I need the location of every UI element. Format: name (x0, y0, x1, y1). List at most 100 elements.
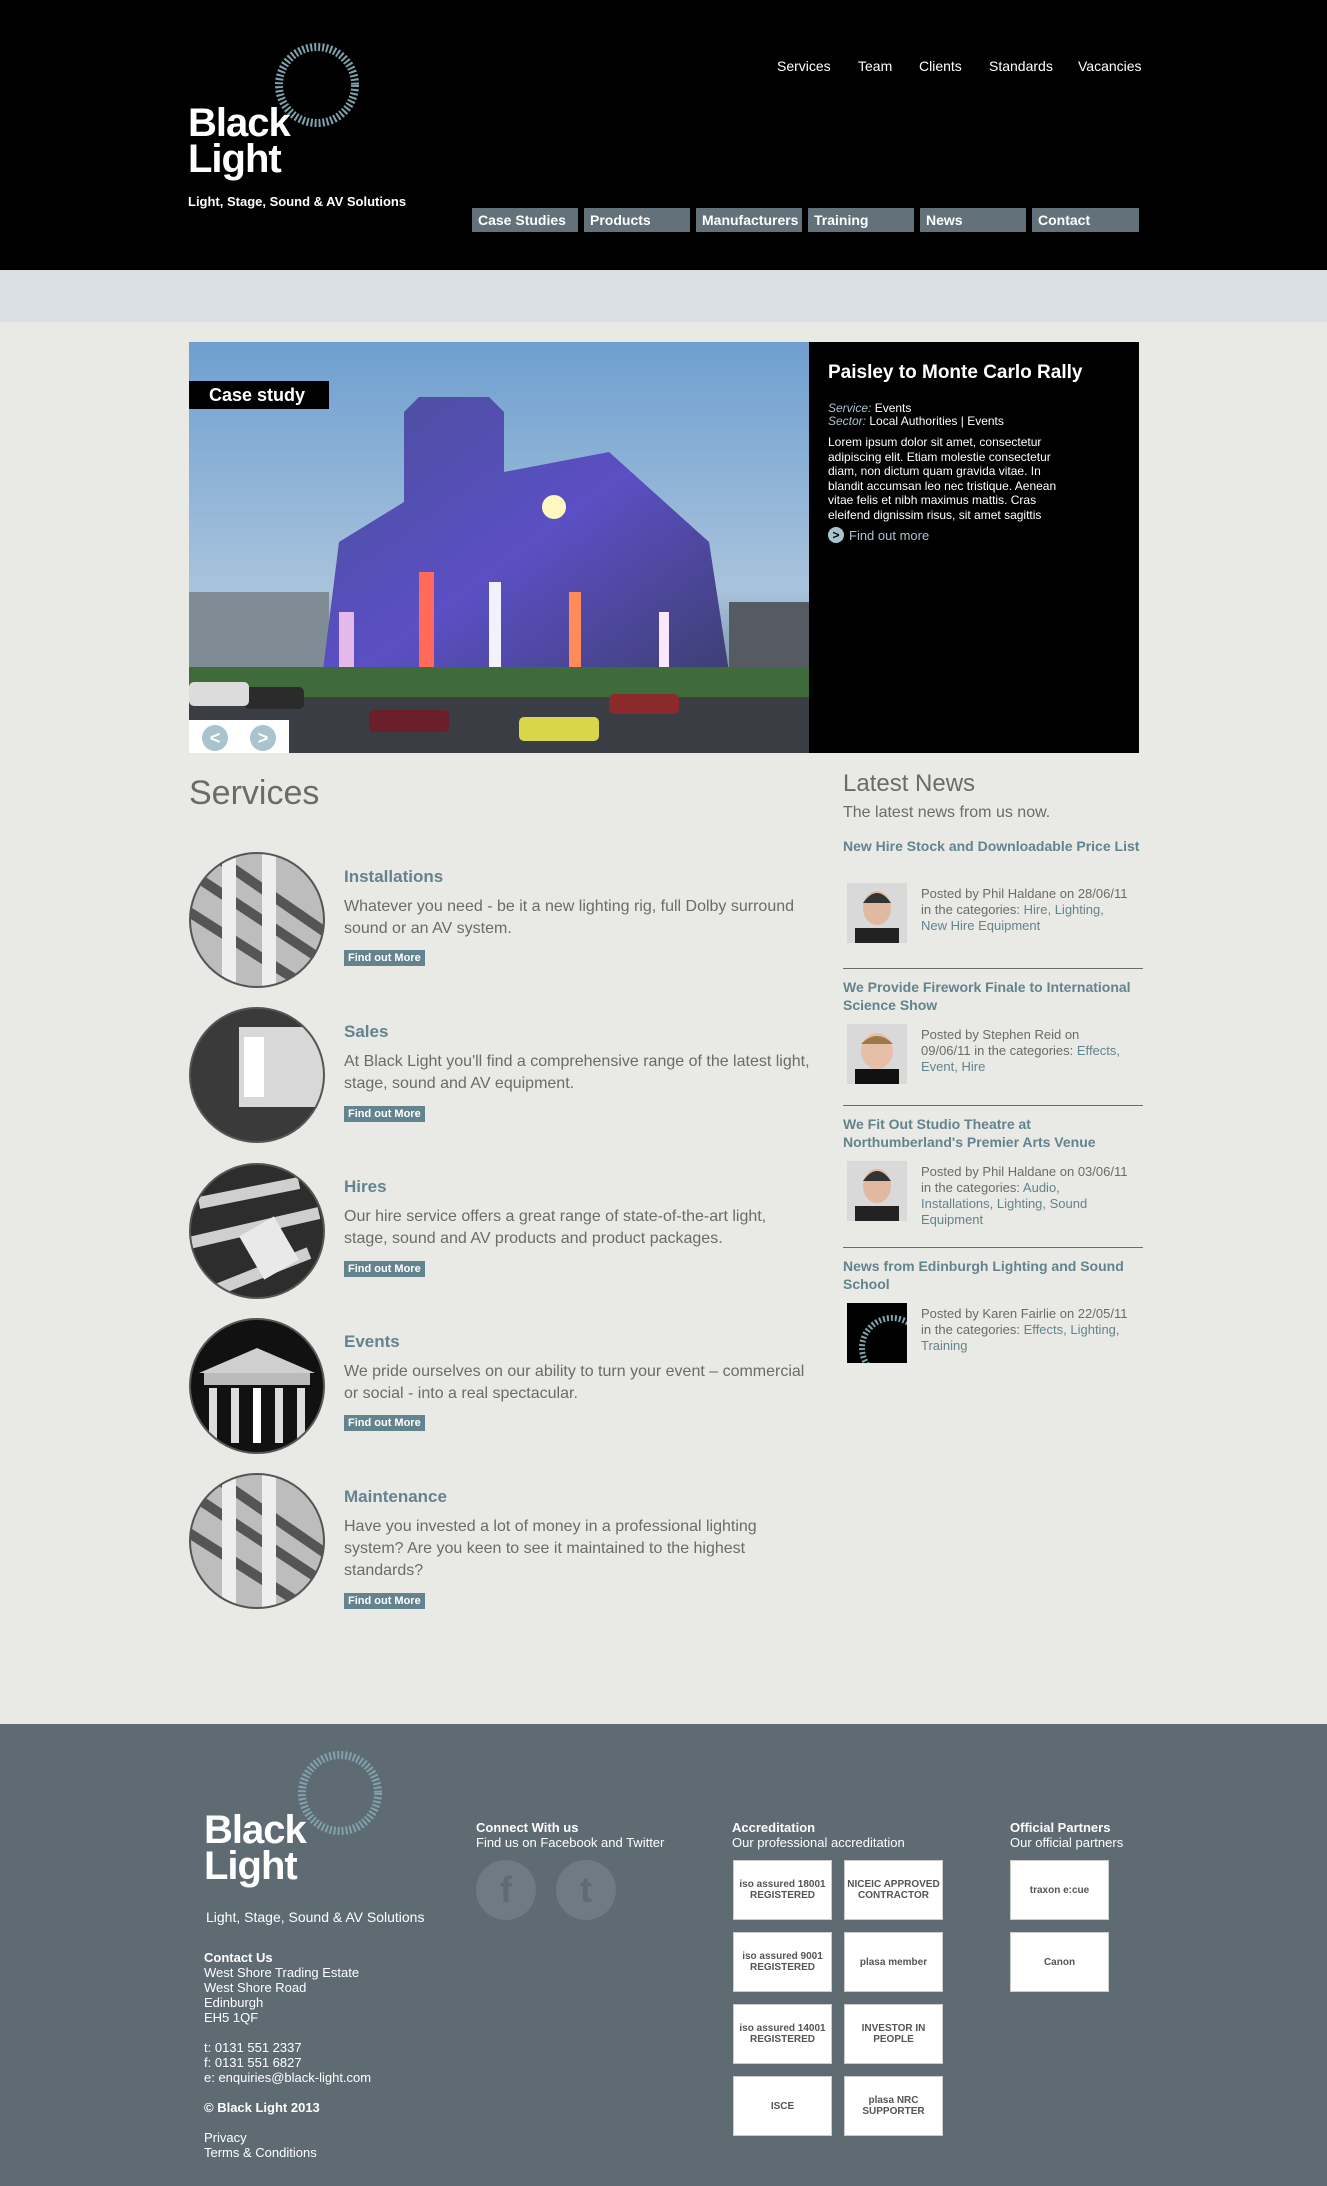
events-find-out-more-button[interactable]: Find out More (344, 1415, 425, 1431)
service-text-maintenance: Have you invested a lot of money in a pr… (344, 1518, 757, 1579)
slider-prev-button[interactable]: < (202, 725, 228, 751)
niceic-badge[interactable]: NICEIC APPROVED CONTRACTOR (844, 1860, 943, 1920)
contact-heading: Contact Us (204, 1950, 273, 1965)
service-title-hires[interactable]: Hires (344, 1177, 387, 1197)
iso-18001-badge[interactable]: iso assured 18001 REGISTERED (733, 1860, 832, 1920)
copyright: © Black Light 2013 (204, 2100, 320, 2115)
nav-vacancies[interactable]: Vacancies (1078, 58, 1142, 74)
service-text-installations: Whatever you need - be it a new lighting… (344, 898, 795, 937)
footer-logo-word-light[interactable]: Light (204, 1846, 298, 1886)
installations-image (189, 852, 325, 988)
service-title-installations[interactable]: Installations (344, 867, 443, 887)
phone-number: t: 0131 551 2337 (204, 2040, 302, 2055)
nav-standards[interactable]: Standards (989, 58, 1053, 74)
author-avatar-4 (847, 1303, 907, 1363)
service-text-hires: Our hire service offers a great range of… (344, 1208, 767, 1247)
canon-partner-badge[interactable]: Canon (1010, 1932, 1109, 1992)
events-image (189, 1318, 325, 1454)
nav-services[interactable]: Services (777, 58, 831, 74)
service-text-sales: At Black Light you'll find a comprehensi… (344, 1053, 810, 1092)
subnav-news[interactable]: News (920, 208, 1026, 232)
footer-logo-word-black[interactable]: Black (204, 1810, 307, 1850)
facebook-icon[interactable]: f (476, 1860, 536, 1920)
news-meta-2: Posted by Stephen Reid on 09/06/11 in th… (921, 1027, 1131, 1075)
subnav-case-studies[interactable]: Case Studies (472, 208, 578, 232)
address-line-1: West Shore Trading Estate (204, 1965, 360, 1980)
service-title-maintenance[interactable]: Maintenance (344, 1487, 447, 1507)
subnav-manufacturers[interactable]: Manufacturers (696, 208, 802, 232)
plasa-nrc-badge[interactable]: plasa NRC SUPPORTER (844, 2076, 943, 2136)
fax-number: f: 0131 551 6827 (204, 2055, 302, 2070)
address-line-4: EH5 1QF (204, 2010, 259, 2025)
accreditation-subheading: Our professional accreditation (732, 1835, 905, 1850)
news-title-3[interactable]: We Fit Out Studio Theatre at Northumberl… (843, 1115, 1143, 1151)
news-meta-3: Posted by Phil Haldane on 03/06/11 in th… (921, 1164, 1131, 1228)
case-study-slider: < > Paisley to Monte Carlo Rally Service… (189, 342, 1139, 753)
iso-14001-badge[interactable]: iso assured 14001 REGISTERED (733, 2004, 832, 2064)
author-avatar-1 (847, 883, 907, 943)
service-title-sales[interactable]: Sales (344, 1022, 388, 1042)
news-meta-1: Posted by Phil Haldane on 28/06/11 in th… (921, 886, 1131, 934)
news-divider (843, 1247, 1143, 1248)
maintenance-image (189, 1473, 325, 1609)
iso-9001-badge[interactable]: iso assured 9001 REGISTERED (733, 1932, 832, 1992)
sector-value: Local Authorities | Events (869, 414, 1004, 428)
arrow-right-icon: > (828, 527, 844, 543)
address-line-3: Edinburgh (204, 1995, 264, 2010)
slider-next-button[interactable]: > (250, 725, 276, 751)
logo-word-black[interactable]: Black (188, 103, 291, 143)
nav-team[interactable]: Team (858, 58, 892, 74)
traxon-partner-badge[interactable]: traxon e:cue (1010, 1860, 1109, 1920)
author-avatar-3 (847, 1161, 907, 1221)
news-divider (843, 1105, 1143, 1106)
service-title-events[interactable]: Events (344, 1332, 400, 1352)
header-band (0, 270, 1327, 322)
plasa-member-badge[interactable]: plasa member (844, 1932, 943, 1992)
subnav-products[interactable]: Products (584, 208, 690, 232)
sales-find-out-more-button[interactable]: Find out More (344, 1106, 425, 1122)
services-heading: Services (189, 774, 320, 812)
header-tagline: Light, Stage, Sound & AV Solutions (188, 194, 407, 209)
news-title-2[interactable]: We Provide Firework Finale to Internatio… (843, 978, 1143, 1014)
service-text-events: We pride ourselves on our ability to tur… (344, 1363, 805, 1402)
installations-find-out-more-button[interactable]: Find out More (344, 950, 425, 966)
case-study-body: Lorem ipsum dolor sit amet, consectetur … (828, 435, 1057, 522)
news-divider (843, 968, 1143, 969)
news-title-1[interactable]: New Hire Stock and Downloadable Price Li… (843, 837, 1143, 855)
site-footer: Black Light Light, Stage, Sound & AV Sol… (0, 1724, 1327, 2186)
news-meta-4: Posted by Karen Fairlie on 22/05/11 in t… (921, 1306, 1131, 1354)
email-link[interactable]: e: enquiries@black-light.com (204, 2070, 371, 2085)
hires-image (189, 1163, 325, 1299)
connect-heading: Connect With us (476, 1820, 579, 1835)
terms-link[interactable]: Terms & Conditions (204, 2145, 317, 2160)
footer-tagline: Light, Stage, Sound & AV Solutions (206, 1909, 425, 1925)
news-subheading: The latest news from us now. (843, 804, 1051, 821)
footer-logo-ring-icon (298, 1751, 382, 1835)
subnav-contact[interactable]: Contact (1032, 208, 1139, 232)
case-study-label: Case study (189, 381, 329, 409)
news-title-4[interactable]: News from Edinburgh Lighting and Sound S… (843, 1257, 1143, 1293)
find-out-more-link[interactable]: Find out more (849, 528, 929, 543)
sector-label: Sector: (828, 414, 867, 428)
isce-badge[interactable]: ISCE (733, 2076, 832, 2136)
partners-subheading: Our official partners (1010, 1835, 1124, 1850)
subnav-training[interactable]: Training (808, 208, 914, 232)
accreditation-heading: Accreditation (732, 1820, 816, 1835)
logo-word-light[interactable]: Light (188, 139, 282, 179)
maintenance-find-out-more-button[interactable]: Find out More (344, 1593, 425, 1609)
privacy-link[interactable]: Privacy (204, 2130, 247, 2145)
case-study-title: Paisley to Monte Carlo Rally (828, 362, 1083, 383)
address-line-2: West Shore Road (204, 1980, 307, 1995)
case-study-sector: Sector: Local Authorities | Events (828, 415, 1004, 428)
investor-in-people-badge[interactable]: INVESTOR IN PEOPLE (844, 2004, 943, 2064)
service-value: Events (874, 401, 912, 415)
news-meta-text: Posted by Stephen Reid on 09/06/11 in th… (921, 1027, 1080, 1058)
partners-heading: Official Partners (1010, 1820, 1111, 1835)
service-label: Service: (828, 401, 872, 415)
nav-clients[interactable]: Clients (919, 58, 962, 74)
twitter-icon[interactable]: t (556, 1860, 616, 1920)
case-study-find-out-more[interactable]: > Find out more (828, 527, 929, 543)
hires-find-out-more-button[interactable]: Find out More (344, 1261, 425, 1277)
connect-subheading: Find us on Facebook and Twitter (476, 1835, 665, 1850)
site-header: Black Light Light, Stage, Sound & AV Sol… (0, 0, 1327, 270)
